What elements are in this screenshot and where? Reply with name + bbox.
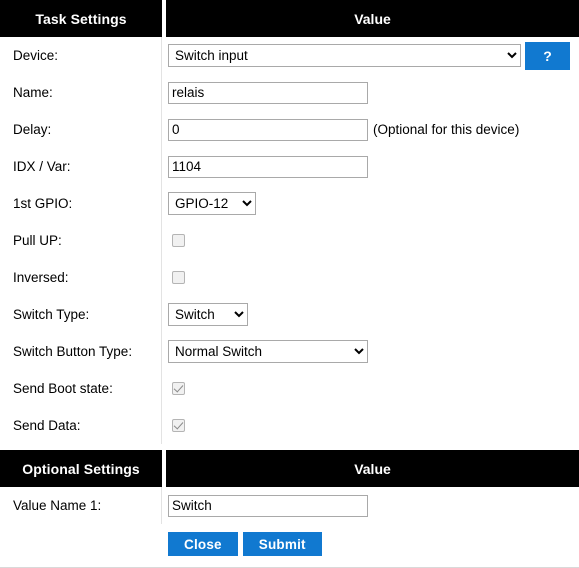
- value-send-boot-state: [162, 370, 579, 407]
- switch-button-type-select[interactable]: Normal Switch: [168, 340, 368, 363]
- value-send-data: [162, 407, 579, 444]
- task-settings-value-header-label: Value: [166, 0, 579, 37]
- optional-settings-value-header-label: Value: [166, 450, 579, 487]
- label-delay: Delay:: [0, 111, 162, 148]
- row-send-boot-state: Send Boot state:: [0, 370, 579, 407]
- value-name: [162, 74, 579, 111]
- pull-up-checkbox[interactable]: [172, 234, 185, 247]
- label-idx-var: IDX / Var:: [0, 148, 162, 185]
- delay-hint: (Optional for this device): [373, 122, 519, 137]
- value-idx-var: [162, 148, 579, 185]
- row-name: Name:: [0, 74, 579, 111]
- label-name: Name:: [0, 74, 162, 111]
- send-boot-state-checkbox[interactable]: [172, 382, 185, 395]
- task-settings-header-label: Task Settings: [0, 0, 162, 37]
- value-pull-up: [162, 222, 579, 259]
- name-input[interactable]: [168, 82, 368, 104]
- first-gpio-select[interactable]: GPIO-12: [168, 192, 256, 215]
- switch-type-select[interactable]: Switch: [168, 303, 248, 326]
- row-switch-type: Switch Type: Switch: [0, 296, 579, 333]
- value-device: Switch input ?: [162, 37, 579, 74]
- optional-settings-header: Optional Settings Value: [0, 450, 579, 487]
- label-pull-up: Pull UP:: [0, 222, 162, 259]
- row-inversed: Inversed:: [0, 259, 579, 296]
- label-send-boot-state: Send Boot state:: [0, 370, 162, 407]
- row-switch-button-type: Switch Button Type: Normal Switch: [0, 333, 579, 370]
- close-button[interactable]: Close: [168, 532, 238, 556]
- submit-button[interactable]: Submit: [243, 532, 322, 556]
- row-device: Device: Switch input ?: [0, 37, 579, 74]
- send-data-checkbox[interactable]: [172, 419, 185, 432]
- task-settings-header: Task Settings Value: [0, 0, 579, 37]
- row-delay: Delay: (Optional for this device): [0, 111, 579, 148]
- label-send-data: Send Data:: [0, 407, 162, 444]
- device-help-button[interactable]: ?: [525, 42, 570, 70]
- device-select[interactable]: Switch input: [168, 44, 521, 67]
- value-first-gpio: GPIO-12: [162, 185, 579, 222]
- row-value-name-1: Value Name 1:: [0, 487, 579, 524]
- task-settings-page: Task Settings Value Device: Switch input…: [0, 0, 579, 568]
- label-value-name-1: Value Name 1:: [0, 487, 162, 524]
- value-delay: (Optional for this device): [162, 111, 579, 148]
- label-switch-type: Switch Type:: [0, 296, 162, 333]
- idx-var-input[interactable]: [168, 156, 368, 178]
- row-pull-up: Pull UP:: [0, 222, 579, 259]
- row-first-gpio: 1st GPIO: GPIO-12: [0, 185, 579, 222]
- value-inversed: [162, 259, 579, 296]
- optional-settings-header-label: Optional Settings: [0, 450, 162, 487]
- row-send-data: Send Data:: [0, 407, 579, 444]
- label-first-gpio: 1st GPIO:: [0, 185, 162, 222]
- inversed-checkbox[interactable]: [172, 271, 185, 284]
- label-switch-button-type: Switch Button Type:: [0, 333, 162, 370]
- delay-input[interactable]: [168, 119, 368, 141]
- label-device: Device:: [0, 37, 162, 74]
- label-inversed: Inversed:: [0, 259, 162, 296]
- value-switch-type: Switch: [162, 296, 579, 333]
- value-value-name-1: [162, 487, 579, 524]
- form-actions: Close Submit: [0, 524, 579, 556]
- value-name-1-input[interactable]: [168, 495, 368, 517]
- row-idx-var: IDX / Var:: [0, 148, 579, 185]
- value-switch-button-type: Normal Switch: [162, 333, 579, 370]
